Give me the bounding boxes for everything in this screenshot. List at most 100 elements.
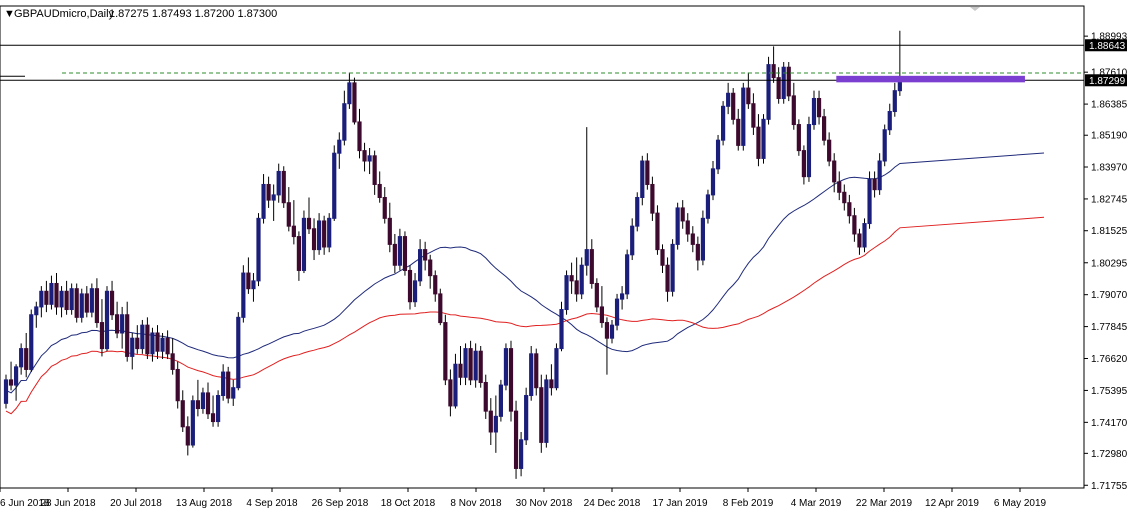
candle-body bbox=[64, 290, 69, 311]
resistance-box[interactable] bbox=[836, 75, 1025, 83]
chart-canvas[interactable]: 1.886431.87299 1.889931.876101.863851.85… bbox=[0, 0, 1130, 514]
candle-body bbox=[115, 314, 120, 334]
candle-body bbox=[847, 202, 852, 217]
candle-body bbox=[296, 236, 301, 271]
x-tick-label: 12 Apr 2019 bbox=[925, 498, 979, 509]
candle-body bbox=[857, 233, 862, 248]
candle-body bbox=[806, 124, 812, 178]
candle-body bbox=[261, 183, 266, 219]
candle-body bbox=[751, 103, 756, 128]
candle-body bbox=[655, 212, 660, 251]
candle-body bbox=[387, 217, 392, 245]
candle-body bbox=[317, 220, 322, 251]
candle-body bbox=[579, 264, 584, 295]
candle-body bbox=[665, 264, 670, 292]
candle-body bbox=[549, 379, 554, 389]
candle-body bbox=[216, 395, 221, 423]
candle-body bbox=[609, 324, 615, 339]
y-tick-label: 1.86385 bbox=[1091, 100, 1128, 111]
candle-body bbox=[54, 282, 59, 308]
candle-body bbox=[327, 217, 332, 248]
candle-body bbox=[887, 111, 892, 131]
x-tick-label: 8 Feb 2019 bbox=[723, 498, 774, 509]
candle-body bbox=[882, 129, 887, 162]
candle-body bbox=[180, 400, 185, 428]
candle-body bbox=[226, 371, 231, 399]
candle-body bbox=[59, 290, 64, 308]
candle-body bbox=[29, 314, 34, 370]
candle-body bbox=[827, 139, 832, 162]
candle-body bbox=[685, 220, 690, 235]
candle-body bbox=[155, 332, 160, 352]
y-tick-label: 1.83970 bbox=[1091, 163, 1128, 174]
candle-body bbox=[650, 183, 655, 214]
candle-body bbox=[34, 306, 39, 316]
candle-body bbox=[498, 384, 503, 417]
candle-body bbox=[357, 121, 362, 152]
candle-body bbox=[877, 160, 882, 191]
candle-body bbox=[534, 353, 539, 389]
candle-body bbox=[195, 400, 201, 410]
candle-body bbox=[620, 293, 625, 300]
candle-body bbox=[453, 363, 458, 407]
candle-body bbox=[529, 353, 534, 397]
candle-body bbox=[200, 392, 206, 410]
candle-body bbox=[544, 379, 549, 443]
x-tick-label: 24 Dec 2018 bbox=[584, 498, 641, 509]
candle-body bbox=[145, 324, 150, 355]
candle-body bbox=[822, 116, 827, 141]
candle-body bbox=[524, 395, 529, 441]
candle-body bbox=[418, 249, 423, 282]
x-tick-label: 6 May 2019 bbox=[994, 498, 1047, 509]
candle-body bbox=[458, 363, 463, 378]
candle-body bbox=[710, 168, 716, 196]
y-tick-label: 1.79070 bbox=[1091, 290, 1128, 301]
candle-body bbox=[286, 202, 291, 227]
candle-body bbox=[786, 66, 791, 97]
candle-body bbox=[695, 243, 700, 261]
candle-body bbox=[104, 290, 110, 350]
y-tick-label: 1.88993 bbox=[1091, 32, 1128, 43]
candle-body bbox=[589, 249, 594, 284]
candle-body bbox=[584, 249, 589, 266]
candle-body bbox=[382, 196, 387, 219]
candle-body bbox=[49, 282, 54, 305]
candle-body bbox=[256, 217, 261, 282]
candle-body bbox=[433, 275, 438, 295]
candle-body bbox=[721, 105, 726, 141]
candle-body bbox=[281, 170, 286, 204]
candle-body bbox=[130, 337, 135, 357]
candle-body bbox=[150, 332, 155, 355]
candle-body bbox=[635, 196, 640, 227]
candle-body bbox=[625, 254, 630, 295]
candle-body bbox=[690, 233, 695, 245]
candle-body bbox=[140, 324, 145, 350]
candle-body bbox=[756, 126, 761, 159]
candle-body bbox=[175, 368, 180, 402]
candle-body bbox=[231, 387, 236, 399]
candle-body bbox=[291, 225, 296, 238]
candle-body bbox=[120, 314, 125, 334]
y-tick-label: 1.77845 bbox=[1091, 322, 1128, 333]
candle-body bbox=[362, 150, 367, 162]
candle-body bbox=[539, 387, 544, 443]
candle-body bbox=[190, 400, 195, 446]
candle-body bbox=[801, 150, 806, 178]
candle-body bbox=[367, 155, 372, 162]
candle-body bbox=[443, 322, 448, 381]
candle-body bbox=[811, 97, 817, 126]
y-tick-label: 1.72980 bbox=[1091, 449, 1128, 460]
candle-body bbox=[165, 337, 170, 355]
candle-body bbox=[44, 290, 49, 305]
candle-body bbox=[322, 220, 327, 248]
symbol-timeframe: GBPAUDmicro,Daily bbox=[14, 8, 115, 20]
candle-body bbox=[125, 314, 130, 357]
candle-body bbox=[761, 118, 766, 159]
candle-body bbox=[94, 288, 100, 324]
candle-body bbox=[670, 243, 675, 292]
candle-body bbox=[559, 309, 564, 350]
candle-body bbox=[423, 249, 428, 261]
candle-body bbox=[519, 439, 524, 469]
x-tick-label: 17 Jan 2019 bbox=[652, 498, 707, 509]
candle-body bbox=[508, 348, 514, 412]
